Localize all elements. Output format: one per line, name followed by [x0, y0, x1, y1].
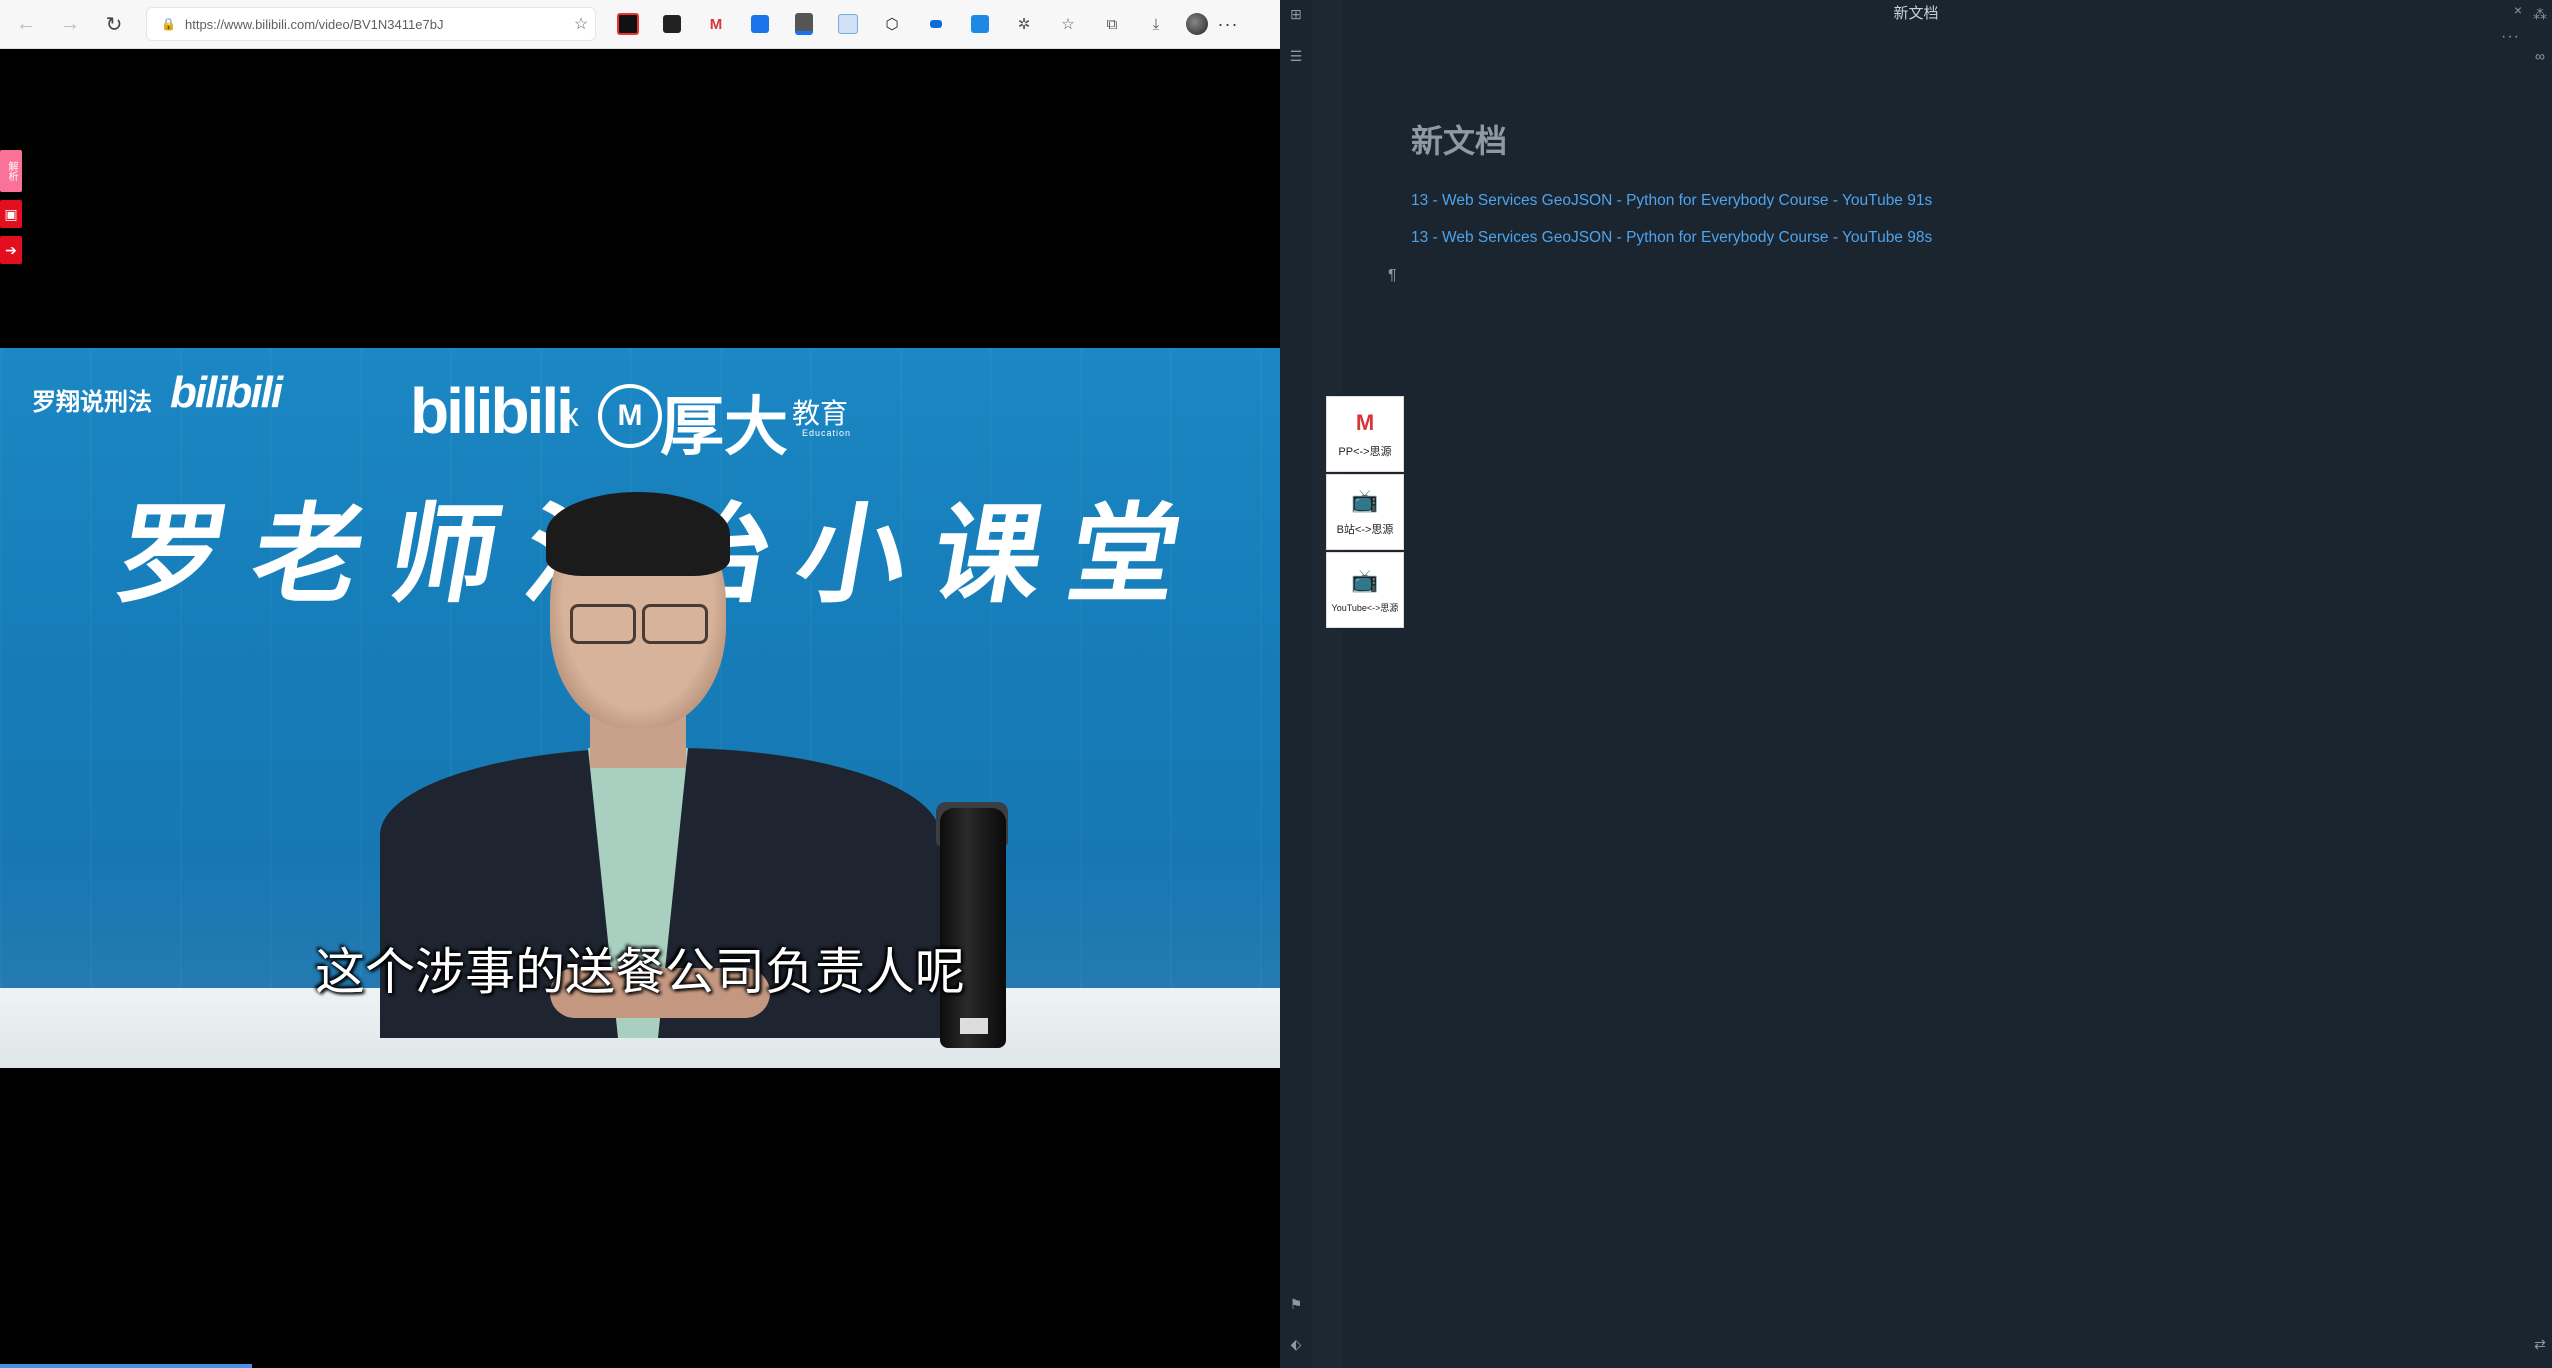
extension-1-button[interactable]: [606, 8, 650, 40]
channel-name: 罗翔说刑法: [32, 389, 152, 416]
close-tab-button[interactable]: ×: [2514, 2, 2522, 18]
backlink-icon[interactable]: ⇄: [2530, 1336, 2550, 1353]
video-tool-button[interactable]: ▣: [0, 200, 22, 228]
extension-1-icon: [617, 13, 639, 35]
extension-8-button[interactable]: [914, 8, 958, 40]
glasses-right: [642, 604, 708, 644]
film-icon: ▣: [4, 205, 18, 222]
video-player[interactable]: 罗翔说刑法 bilibili bilibili x M 厚大 教育 Educat…: [0, 348, 1280, 1068]
brand-logo: bilibili: [410, 375, 574, 447]
extensions-bar: M ⬡ ✲ ☆ ⧉ ⤓ ···: [606, 8, 1248, 40]
youtube-siyuan-button[interactable]: 📺 YouTube<->思源: [1326, 552, 1404, 628]
glasses-left: [570, 604, 636, 644]
collections-icon: ⧉: [1106, 15, 1118, 33]
extension-4-icon: [751, 15, 769, 33]
address-bar[interactable]: 🔒 https://www.bilibili.com/video/BV1N341…: [146, 7, 596, 41]
browser-window: ← → ↻ 🔒 https://www.bilibili.com/video/B…: [0, 0, 1280, 1368]
bookmark-icon[interactable]: ⚑: [1286, 1296, 1306, 1313]
pp-siyuan-button[interactable]: M PP<->思源: [1326, 396, 1404, 472]
extension-3-icon: M: [709, 15, 723, 33]
extension-6-button[interactable]: [826, 8, 870, 40]
extension-9-icon: [971, 15, 989, 33]
extension-5-icon: [795, 13, 813, 35]
extension-7-button[interactable]: ⬡: [870, 8, 914, 40]
progress-bar[interactable]: [0, 1364, 252, 1368]
partner-subtitle: 教育: [792, 397, 849, 430]
pp-logo-icon: M: [1355, 410, 1375, 435]
extensions-menu-button[interactable]: ✲: [1002, 8, 1046, 40]
partner-name: 厚大: [660, 390, 788, 465]
browser-menu-button[interactable]: ···: [1208, 14, 1248, 35]
tv-icon: 📺: [1351, 567, 1379, 593]
puzzle-icon: ✲: [1017, 16, 1031, 33]
arrow-icon: ➔: [5, 241, 17, 258]
forward-icon: →: [60, 12, 80, 35]
extension-4-button[interactable]: [738, 8, 782, 40]
doc-link-1[interactable]: 13 - Web Services GeoJSON - Python for E…: [1411, 192, 1932, 210]
forward-button[interactable]: →: [52, 6, 88, 42]
doc-link-2[interactable]: 13 - Web Services GeoJSON - Python for E…: [1411, 229, 1932, 247]
partner-english: Education: [802, 428, 852, 438]
editor-left-toolbar: ⊞ ☰ ⚑ ⬖: [1280, 0, 1312, 1368]
favorites-button[interactable]: ☆: [1046, 8, 1090, 40]
paragraph-marker: ¶: [1388, 267, 1397, 284]
extension-6-icon: [838, 14, 858, 34]
extension-7-icon: ⬡: [885, 16, 899, 33]
extension-2-button[interactable]: [650, 8, 694, 40]
editor-title: 新文档: [1893, 5, 1939, 22]
video-subtitle: 这个涉事的送餐公司负责人呢: [315, 944, 965, 1000]
extension-5-button[interactable]: [782, 8, 826, 40]
global-graph-icon[interactable]: ∞: [2530, 48, 2550, 64]
document-heading[interactable]: 新文档: [1411, 116, 1507, 162]
back-icon: ←: [16, 12, 36, 35]
extension-2-icon: [663, 15, 681, 33]
editor-window: ⊞ ☰ ⚑ ⬖ ⁂ ∞ ⇄ 新文档 × ··· 新文档 13 - Web Ser…: [1280, 0, 2552, 1368]
bottle-label: [960, 1018, 988, 1034]
extension-9-button[interactable]: [958, 8, 1002, 40]
editor-right-toolbar: ⁂ ∞ ⇄: [2528, 0, 2552, 1368]
presenter-hair: [546, 492, 730, 576]
back-button[interactable]: ←: [8, 6, 44, 42]
editor-gutter: [1312, 0, 1342, 1368]
channel-logo: bilibili: [170, 368, 283, 417]
converter-label: PP<->思源: [1338, 446, 1392, 458]
tv-icon: 📺: [1351, 488, 1379, 513]
lock-icon: 🔒: [161, 17, 176, 31]
more-menu-button[interactable]: ···: [2501, 28, 2520, 46]
bilibili-siyuan-button[interactable]: 📺 B站<->思源: [1326, 474, 1404, 550]
parse-tool-button[interactable]: 解析: [0, 150, 22, 192]
forward-tool-button[interactable]: ➔: [0, 236, 22, 264]
partner-logo-icon: M: [598, 384, 662, 448]
water-bottle: [940, 808, 1006, 1048]
converter-label: B站<->思源: [1336, 524, 1394, 536]
converter-panel: M PP<->思源 📺 B站<->思源 📺 YouTube<->思源: [1326, 396, 1404, 630]
collections-button[interactable]: ⧉: [1090, 8, 1134, 40]
collab-cross: x: [562, 396, 579, 434]
tag-icon[interactable]: ⬖: [1286, 1336, 1306, 1353]
download-icon: ⤓: [1152, 15, 1160, 33]
browser-toolbar: ← → ↻ 🔒 https://www.bilibili.com/video/B…: [0, 0, 1280, 49]
side-tools: 解析 ▣ ➔: [0, 150, 28, 272]
reload-icon: ↻: [105, 13, 123, 36]
converter-label: YouTube<->思源: [1331, 602, 1399, 613]
favorite-icon[interactable]: ☆: [567, 14, 595, 34]
favorites-icon: ☆: [1061, 16, 1075, 33]
reload-button[interactable]: ↻: [96, 6, 132, 42]
extension-8-icon: [930, 20, 942, 28]
extension-3-button[interactable]: M: [694, 8, 738, 40]
outline-icon[interactable]: ☰: [1286, 48, 1306, 65]
profile-avatar[interactable]: [1186, 13, 1208, 35]
url-text[interactable]: https://www.bilibili.com/video/BV1N3411e…: [185, 17, 567, 32]
downloads-button[interactable]: ⤓: [1134, 8, 1178, 40]
